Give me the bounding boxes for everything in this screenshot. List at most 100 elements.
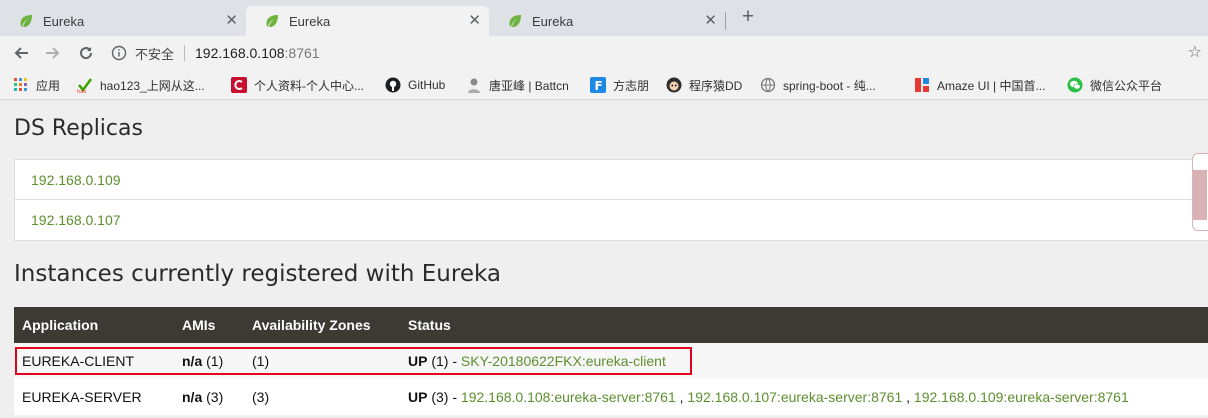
svg-text:hao: hao [77,89,86,93]
reload-icon [80,47,93,60]
globe-icon [760,77,776,93]
bookmark-amaze-ui[interactable]: Amaze UI | 中国首... [914,75,1045,95]
status-count: (1) - [427,353,461,369]
instances-title: Instances currently registered with Eure… [14,261,501,287]
bookmark-apps[interactable]: 应用 [13,75,60,95]
back-button[interactable] [9,41,33,65]
instance-link[interactable]: 192.168.0.107:eureka-server:8761 [687,389,902,405]
github-icon [385,77,401,93]
wechat-icon [1067,77,1083,93]
zones-cell: (1) [252,353,270,369]
amis-cell: n/a (3) [174,379,244,415]
table-header-row: Application AMIs Availability Zones Stat… [14,307,1208,343]
column-header-application: Application [22,317,99,333]
arrow-right-icon [46,47,60,59]
application-cell: EUREKA-CLIENT [22,353,135,369]
tab-eureka-1[interactable]: Eureka ✕ [0,6,246,36]
bookmark-label: 方志朋 [613,78,650,93]
spring-leaf-icon [20,15,32,28]
avatar-icon [666,77,682,93]
url-host: 192.168.0.108 [195,45,285,61]
instance-link[interactable]: SKY-20180622FKX:eureka-client [461,353,666,369]
bookmark-csdn[interactable]: 个人资料-个人中心... [231,75,364,95]
application-cell: EUREKA-SERVER [22,389,142,405]
status-cell: UP (1) - SKY-20180622FKX:eureka-client [400,343,1208,379]
instance-separator: , [902,389,914,405]
bookmark-wechat[interactable]: 微信公众平台 [1067,75,1162,95]
svg-text:F: F [595,79,603,93]
amaze-icon [915,78,929,92]
forward-button[interactable] [41,41,65,65]
ami-count: (1) [202,353,224,369]
replicas-list: 192.168.0.109 192.168.0.107 [14,159,1208,241]
spring-leaf-icon [509,15,521,28]
spring-leaf-icon [266,15,278,28]
reload-button[interactable] [74,41,98,65]
ami-count: (3) [202,389,224,405]
bookmark-label: 微信公众平台 [1090,78,1163,93]
table-row: EUREKA-CLIENT n/a (1) (1) UP (1) - SKY-2… [14,343,1208,379]
bookmark-battcn[interactable]: 唐亚峰 | Battcn [466,75,569,95]
amis-cell: n/a (1) [174,343,244,379]
tab-title: Eureka [289,13,331,29]
bookmark-hao123[interactable]: hao hao123_上网从这... [77,75,205,95]
bookmark-label: hao123_上网从这... [100,78,205,93]
status-value: UP [408,389,428,405]
bookmarks-bar: 应用 hao hao123_上网从这... 个人资料-个人中心... GitHu… [0,70,1208,100]
bookmark-chengxuyuan-dd[interactable]: 程序猿DD [666,75,742,95]
ds-replicas-title: DS Replicas [14,116,143,141]
zones-cell: (3) [252,389,270,405]
status-count: (3) - [427,389,461,405]
bookmark-label: 程序猿DD [689,78,743,93]
tab-strip: Eureka ✕ Eureka ✕ Eureka ✕ + [0,0,1208,36]
csdn-icon [231,77,247,93]
table-row: EUREKA-SERVER n/a (3) (3) UP (3) - 192.1… [14,379,1208,415]
info-icon[interactable] [111,45,127,61]
replica-link[interactable]: 192.168.0.107 [15,200,1208,240]
close-tab-icon[interactable]: ✕ [704,13,717,29]
security-label: 不安全 [135,46,175,62]
bookmark-fangzhipeng[interactable]: F 方志朋 [590,75,649,95]
f-icon: F [590,77,606,93]
instance-separator: , [675,389,688,405]
close-tab-icon[interactable]: ✕ [225,13,238,29]
status-cell: UP (3) - 192.168.0.108:eureka-server:876… [400,379,1208,415]
bookmark-label: Amaze UI | 中国首... [937,78,1046,93]
ami-value: n/a [182,353,203,369]
divider [184,45,186,61]
tab-title: Eureka [43,13,85,29]
bookmark-github[interactable]: GitHub [385,75,445,95]
instance-link[interactable]: 192.168.0.108:eureka-server:8761 [461,389,676,405]
column-header-availability-zones: Availability Zones [252,317,371,333]
bookmark-label: 唐亚峰 | Battcn [489,78,569,93]
browser-toolbar: 不安全 192.168.0.108:8761 ☆ [0,36,1208,70]
ami-value: n/a [182,389,203,405]
tab-eureka-3[interactable]: Eureka ✕ [489,6,725,36]
apps-grid-icon [14,78,27,91]
bookmark-label: 应用 [36,78,61,93]
url-port: :8761 [284,45,320,61]
new-tab-button[interactable]: + [737,6,759,28]
address-bar[interactable]: 不安全 192.168.0.108:8761 [108,39,1208,67]
scrollbar-thumb[interactable] [1193,170,1207,220]
status-value: UP [408,353,428,369]
column-header-amis: AMIs [182,317,216,333]
bookmark-label: GitHub [408,78,446,92]
scrollbar[interactable] [1192,153,1208,231]
page-content: DS Replicas 192.168.0.109 192.168.0.107 … [0,101,1208,418]
bookmark-label: spring-boot - 纯... [783,78,876,93]
arrow-left-icon [14,47,28,59]
bookmark-spring-boot[interactable]: spring-boot - 纯... [760,75,876,95]
avatar-icon [468,78,480,93]
replica-link[interactable]: 192.168.0.109 [15,160,1208,200]
close-tab-icon[interactable]: ✕ [468,13,481,29]
tab-eureka-2[interactable]: Eureka ✕ [246,6,489,36]
tab-title: Eureka [532,13,574,29]
tab-divider [725,12,726,30]
bookmark-star-icon[interactable]: ☆ [1188,42,1202,62]
instance-link[interactable]: 192.168.0.109:eureka-server:8761 [914,389,1129,405]
instances-table: Application AMIs Availability Zones Stat… [14,307,1208,415]
bookmark-label: 个人资料-个人中心... [254,78,364,93]
hao123-icon: hao [77,78,93,93]
column-header-status: Status [408,317,451,333]
